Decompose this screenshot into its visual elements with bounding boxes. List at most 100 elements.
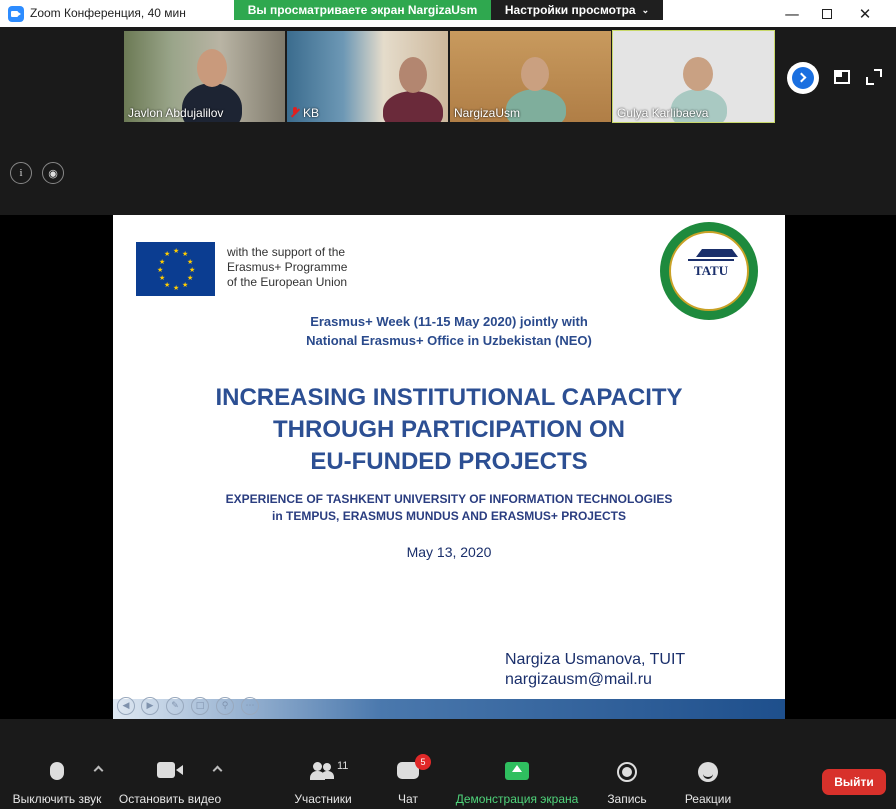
- star-icon: ★: [173, 247, 180, 255]
- microphone-icon: [50, 762, 64, 780]
- reactions-label: Реакции: [684, 792, 732, 806]
- participant-name: Javlon Abdujalilov: [128, 106, 224, 120]
- minimize-icon: —: [784, 4, 800, 23]
- reactions-button[interactable]: Реакции: [680, 762, 736, 806]
- star-icon: ★: [159, 274, 166, 282]
- maximize-button[interactable]: [810, 0, 844, 27]
- stop-video-button[interactable]: Остановить видео: [118, 762, 222, 806]
- slide-date: May 13, 2020: [406, 544, 492, 560]
- previous-slide-icon[interactable]: ◀: [117, 697, 135, 715]
- star-icon: ★: [182, 281, 189, 289]
- chat-unread-badge: 5: [415, 754, 431, 770]
- stop-video-label: Остановить видео: [118, 792, 222, 806]
- record-button[interactable]: Запись: [604, 762, 650, 806]
- smiley-icon: [698, 762, 718, 782]
- shared-screen-area: ★ ★ ★ ★ ★ ★ ★ ★ ★ ★ ★ ★ with the support…: [0, 215, 896, 719]
- mute-label: Выключить звук: [12, 792, 102, 806]
- participant-head: [197, 49, 227, 87]
- slide-title: INCREASING INSTITUTIONAL CAPACITY THROUG…: [113, 382, 785, 478]
- minimize-button[interactable]: —: [775, 0, 809, 27]
- record-label: Запись: [607, 792, 647, 806]
- leave-meeting-button[interactable]: Выйти: [822, 769, 886, 795]
- author-email: nargizausm@mail.ru: [505, 671, 652, 688]
- maximize-icon: [822, 8, 832, 19]
- share-screen-icon: [505, 762, 529, 780]
- participant-name: KB: [303, 106, 320, 120]
- zoom-window: Zoom Конференция, 40 мин Вы просматривае…: [0, 0, 896, 809]
- slide-title-line: THROUGH PARTICIPATION ON: [273, 416, 625, 443]
- star-icon: ★: [159, 258, 166, 266]
- pen-icon[interactable]: ✎: [166, 697, 184, 715]
- view-options-label: Настройки просмотра: [504, 3, 636, 17]
- eu-support-line: with the support of the: [227, 245, 346, 259]
- next-slide-icon[interactable]: ▶: [141, 697, 159, 715]
- title-bar: Zoom Конференция, 40 мин Вы просматривае…: [0, 0, 896, 27]
- slide-footer-band: [113, 699, 785, 719]
- event-line: Erasmus+ Week (11-15 May 2020) jointly w…: [310, 314, 588, 329]
- meeting-info-icon[interactable]: i: [10, 162, 32, 184]
- university-seal-logo: TATU: [660, 222, 758, 320]
- eu-flag-logo: ★ ★ ★ ★ ★ ★ ★ ★ ★ ★ ★ ★: [136, 242, 215, 296]
- view-options-button[interactable]: Настройки просмотра ⌄: [491, 0, 663, 20]
- window-title: Zoom Конференция, 40 мин: [30, 6, 186, 20]
- presentation-slide: ★ ★ ★ ★ ★ ★ ★ ★ ★ ★ ★ ★ with the support…: [113, 215, 785, 719]
- slides-icon[interactable]: □: [191, 697, 209, 715]
- security-shield-icon[interactable]: ◉: [42, 162, 64, 184]
- video-tile[interactable]: NargizaUsm: [450, 31, 611, 122]
- video-strip: Javlon Abdujalilov KB NargizaUsm Gulya K…: [0, 27, 896, 215]
- meeting-toolbar: Выключить звук Остановить видео 11 Участ…: [0, 719, 896, 809]
- star-icon: ★: [182, 250, 189, 258]
- participant-head: [683, 57, 713, 91]
- chat-label: Чат: [398, 792, 418, 806]
- slide-title-line: EU-FUNDED PROJECTS: [310, 448, 588, 475]
- participants-button[interactable]: 11 Участники: [291, 760, 355, 806]
- slide-subtitle-line: in TEMPUS, ERASMUS MUNDUS AND ERASMUS+ P…: [272, 509, 626, 523]
- slide-subtitle: EXPERIENCE OF TASHKENT UNIVERSITY OF INF…: [113, 491, 785, 525]
- share-screen-label: Демонстрация экрана: [455, 792, 579, 806]
- star-icon: ★: [173, 284, 180, 292]
- star-icon: ★: [164, 250, 171, 258]
- zoom-icon[interactable]: ⚲: [216, 697, 234, 715]
- participant-name-row: KB: [291, 106, 319, 120]
- participants-label: Участники: [294, 792, 352, 806]
- video-tile-active-speaker[interactable]: Gulya Karlibaeva: [612, 30, 775, 123]
- close-button[interactable]: ✕: [848, 0, 882, 27]
- next-page-button[interactable]: [787, 62, 819, 94]
- star-icon: ★: [189, 266, 196, 274]
- author-block: Nargiza Usmanova, TUIT nargizausm@mail.r…: [505, 650, 685, 690]
- participants-icon: [310, 762, 336, 780]
- star-icon: ★: [157, 266, 164, 274]
- chat-icon: 5: [397, 754, 431, 779]
- layout-toggle-icon[interactable]: [834, 70, 850, 84]
- muted-mic-icon: [291, 107, 299, 118]
- viewing-share-banner: Вы просматриваете экран NargizaUsm: [234, 0, 491, 20]
- mute-button[interactable]: Выключить звук: [10, 762, 104, 806]
- chevron-right-icon: [796, 72, 807, 83]
- seal-logo-text: TATU: [693, 263, 729, 278]
- record-icon: [617, 762, 637, 782]
- fullscreen-icon[interactable]: [866, 69, 882, 85]
- slide-title-line: INCREASING INSTITUTIONAL CAPACITY: [215, 384, 683, 411]
- video-tile[interactable]: KB: [287, 31, 448, 122]
- video-camera-icon: [157, 762, 183, 778]
- chevron-down-icon: ⌄: [641, 4, 650, 15]
- author-name: Nargiza Usmanova, TUIT: [505, 651, 686, 668]
- event-line: National Erasmus+ Office in Uzbekistan (…: [306, 333, 592, 348]
- eu-support-line: Erasmus+ Programme: [227, 260, 348, 274]
- participant-name: Gulya Karlibaeva: [617, 106, 709, 120]
- video-tile[interactable]: Javlon Abdujalilov: [124, 31, 285, 122]
- building-icon: [688, 249, 738, 261]
- close-icon: ✕: [858, 4, 872, 23]
- star-icon: ★: [187, 258, 194, 266]
- star-icon: ★: [164, 281, 171, 289]
- seal-inner: TATU: [669, 231, 749, 311]
- eu-support-line: of the European Union: [227, 275, 348, 289]
- zoom-app-icon: [8, 6, 24, 22]
- participant-name: NargizaUsm: [454, 106, 521, 120]
- participant-head: [399, 57, 427, 93]
- share-screen-button[interactable]: Демонстрация экрана: [452, 762, 582, 806]
- eu-support-text: with the support of the Erasmus+ Program…: [227, 245, 347, 290]
- chat-button[interactable]: 5 Чат: [390, 754, 431, 806]
- participant-head: [521, 57, 549, 91]
- more-options-icon[interactable]: ⋯: [241, 697, 259, 715]
